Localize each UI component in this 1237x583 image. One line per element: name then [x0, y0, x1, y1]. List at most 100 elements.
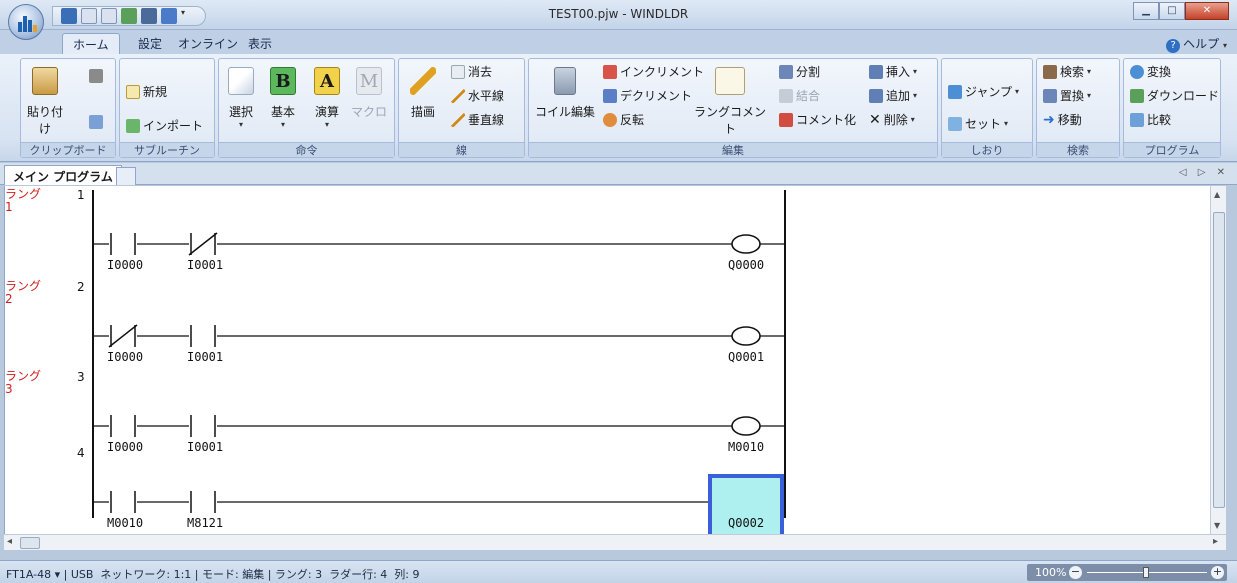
zoom-level: 100%: [1035, 566, 1067, 579]
vertical-scrollbar[interactable]: ▲ ▼: [1210, 186, 1226, 534]
group-clipboard: 貼り付け クリップボード: [20, 58, 116, 158]
ribbon: 貼り付け クリップボード 新規 インポート サブルーチン 選択 ▾ B 基本 ▾ A…: [0, 54, 1237, 162]
import-button[interactable]: インポート: [126, 117, 203, 134]
new-tab-button[interactable]: [116, 167, 136, 185]
help-button[interactable]: ? ヘルプ ▾: [1166, 35, 1227, 53]
group-label-instruction: 命令: [219, 142, 394, 157]
tab-online[interactable]: オンライン: [168, 33, 248, 54]
tab-settings[interactable]: 設定: [128, 33, 172, 54]
contact-operand[interactable]: M0010: [107, 516, 143, 530]
convert-button[interactable]: 変換: [1130, 63, 1171, 80]
coil-edit-button[interactable]: コイル編集: [535, 67, 595, 120]
ladder-canvas[interactable]: I0000 I0001 Q0000 ラング 1 1 I0000 I0001 Q0001 ラング 2 2…: [4, 186, 1210, 534]
add-label: 追加: [886, 89, 911, 103]
contact-operand[interactable]: M8121: [187, 516, 223, 530]
rung-label: ラング 3: [5, 369, 42, 396]
contact-operand[interactable]: I0001: [187, 350, 223, 364]
window-title: TEST00.pjw - WINDLDR: [548, 7, 689, 21]
coil-operand[interactable]: Q0001: [728, 350, 764, 364]
zoom-out-button[interactable]: −: [1069, 566, 1082, 579]
delete-label: 削除: [883, 113, 908, 127]
operation-button[interactable]: A 演算 ▾: [307, 67, 347, 129]
tab-nav-controls[interactable]: ◁ ▷ ✕: [1179, 167, 1229, 178]
to-comment-button[interactable]: コメント化: [779, 111, 856, 128]
erase-button[interactable]: 消去: [451, 63, 492, 80]
contact-operand[interactable]: I0000: [107, 350, 143, 364]
download-button[interactable]: ダウンロード: [1130, 87, 1219, 104]
decrement-button[interactable]: デクリメント: [603, 87, 692, 104]
scroll-up-icon[interactable]: ▲: [1214, 190, 1220, 199]
horizontal-line-button[interactable]: 水平線: [451, 87, 504, 104]
vertical-line-button[interactable]: 垂直線: [451, 111, 504, 128]
rung-comment-button[interactable]: ラングコメント: [693, 67, 767, 137]
draw-button[interactable]: 描画: [403, 67, 443, 120]
contact-operand[interactable]: I0001: [187, 440, 223, 454]
increment-button[interactable]: インクリメント: [603, 63, 704, 80]
advanced-instruction-icon: A: [314, 67, 340, 95]
status-text: FT1A-48 ▾ | USB ネットワーク: 1:1 | モード: 編集 | …: [6, 568, 420, 581]
search-button[interactable]: 検索 ▾: [1043, 63, 1091, 80]
maximize-button[interactable]: □: [1159, 2, 1185, 20]
invert-icon: [603, 112, 617, 127]
basic-button[interactable]: B 基本 ▾: [263, 67, 303, 129]
invert-button[interactable]: 反転: [603, 111, 644, 128]
horizontal-line-icon: [451, 88, 465, 103]
contact-operand[interactable]: I0000: [107, 440, 143, 454]
group-label-line: 線: [399, 142, 524, 157]
coil-operand[interactable]: Q0002: [728, 516, 764, 530]
replace-button[interactable]: 置換 ▾: [1043, 87, 1091, 104]
minimize-button[interactable]: ▁: [1133, 2, 1159, 20]
new-subroutine-button[interactable]: 新規: [126, 83, 167, 100]
compare-button[interactable]: 比較: [1130, 111, 1171, 128]
coil-edit-icon: [554, 67, 576, 95]
download-program-icon: [1130, 88, 1144, 103]
basic-label: 基本: [270, 105, 295, 119]
cut-icon: [89, 69, 103, 83]
paste-button[interactable]: 貼り付け: [25, 67, 65, 137]
join-button[interactable]: 結合: [779, 87, 820, 104]
jump-button[interactable]: ジャンプ ▾: [948, 83, 1019, 100]
zoom-slider-thumb[interactable]: [1143, 567, 1149, 578]
zoom-in-button[interactable]: +: [1211, 566, 1224, 579]
select-button[interactable]: 選択 ▾: [221, 67, 261, 129]
delete-button[interactable]: ✕ 削除 ▾: [869, 111, 915, 128]
scroll-left-icon[interactable]: ◂: [7, 536, 12, 547]
tab-view[interactable]: 表示: [238, 33, 282, 54]
split-button[interactable]: 分割: [779, 63, 820, 80]
contact-gap: [189, 324, 217, 348]
coil-operand[interactable]: Q0000: [728, 258, 764, 272]
scroll-right-icon[interactable]: ▸: [1213, 536, 1218, 547]
set-bookmark-button[interactable]: セット ▾: [948, 115, 1008, 132]
contact-operand[interactable]: I0000: [107, 258, 143, 272]
output-coil: [731, 326, 761, 346]
copy-button[interactable]: [89, 115, 103, 129]
horizontal-scroll-thumb[interactable]: [20, 537, 40, 549]
output-coil: [731, 416, 761, 436]
add-button[interactable]: 追加 ▾: [869, 87, 917, 104]
group-line: 描画 消去 水平線 垂直線 線: [398, 58, 525, 158]
search-icon: [1043, 64, 1057, 79]
search-label: 検索: [1060, 65, 1085, 79]
contact-operand[interactable]: I0001: [187, 258, 223, 272]
coil-operand[interactable]: M0010: [728, 440, 764, 454]
group-label-clipboard: クリップボード: [21, 142, 115, 157]
vertical-scroll-thumb[interactable]: [1213, 212, 1225, 508]
close-button[interactable]: ✕: [1185, 2, 1229, 20]
operation-label: 演算: [314, 105, 339, 119]
app-menu-button[interactable]: [8, 4, 44, 40]
move-button[interactable]: ➜ 移動: [1043, 111, 1082, 128]
insert-button[interactable]: 挿入 ▾: [869, 63, 917, 80]
zoom-control[interactable]: 100% − +: [1027, 564, 1227, 581]
group-label-program: プログラム: [1124, 142, 1220, 157]
horizontal-scrollbar[interactable]: ◂ ▸: [4, 534, 1226, 550]
macro-button[interactable]: M マクロ: [349, 67, 389, 120]
contact-gap: [109, 232, 137, 256]
scroll-down-icon[interactable]: ▼: [1214, 521, 1220, 530]
tab-home[interactable]: ホーム: [62, 33, 120, 54]
cut-button[interactable]: [89, 69, 103, 83]
group-program: 変換 ダウンロード 比較 プログラム: [1123, 58, 1221, 158]
replace-icon: [1043, 88, 1057, 103]
tab-main-program[interactable]: メイン プログラム: [4, 165, 122, 185]
basic-instruction-icon: B: [270, 67, 296, 95]
group-label-search: 検索: [1037, 142, 1119, 157]
